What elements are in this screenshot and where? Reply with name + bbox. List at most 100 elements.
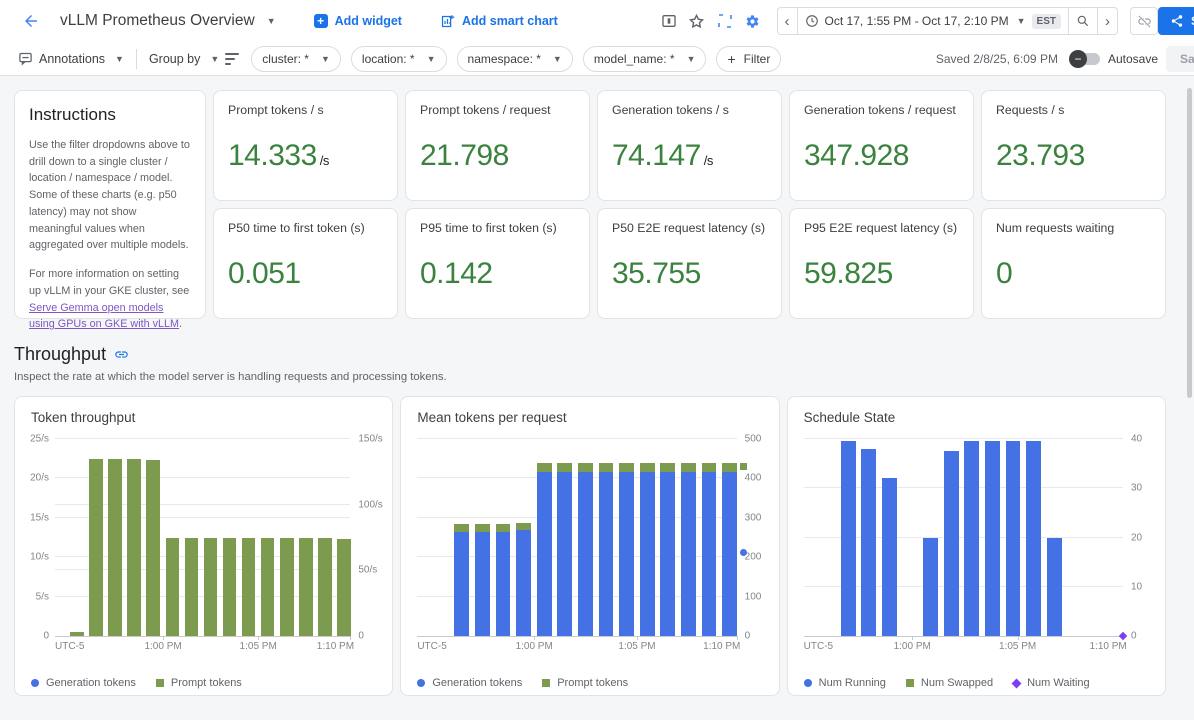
- scorecard-value: 347.928: [804, 139, 959, 173]
- legend-label: Num Swapped: [921, 677, 993, 689]
- gear-icon: [744, 13, 761, 30]
- filter-list-icon[interactable]: [225, 53, 239, 65]
- time-range-back-button[interactable]: ‹: [778, 8, 797, 34]
- section-link-icon[interactable]: [114, 347, 129, 362]
- unlink-button[interactable]: [1130, 7, 1158, 35]
- legend-item[interactable]: Prompt tokens: [542, 677, 628, 689]
- chart-bar: [516, 523, 531, 636]
- scorecard-value: 21.798: [420, 139, 575, 173]
- y-axis-tick-label: 400: [745, 473, 762, 484]
- chart-bar: [660, 463, 675, 636]
- scorecard-p50-e2e-latency: P50 E2E request latency (s) 35.755: [597, 208, 782, 319]
- chart-plot-area[interactable]: 05/s10/s15/s20/s25/s050/s100/s150/sUTC-5…: [55, 439, 350, 637]
- page-title: vLLM Prometheus Overview: [60, 12, 255, 30]
- info-panel-icon: [661, 13, 677, 29]
- scrollbar-thumb[interactable]: [1187, 88, 1192, 398]
- chart-bar: [299, 538, 313, 637]
- add-smart-chart-button[interactable]: Add smart chart: [440, 14, 558, 29]
- chevron-down-icon: ▼: [687, 54, 696, 64]
- chart-bar: [280, 538, 294, 637]
- time-range-forward-button[interactable]: ›: [1098, 8, 1117, 34]
- chart-bar: [454, 524, 469, 636]
- y-axis-tick-label: 15/s: [30, 512, 49, 523]
- scorecard-p95-e2e-latency: P95 E2E request latency (s) 59.825: [789, 208, 974, 319]
- filter-chip-model-name[interactable]: model_name: * ▼: [583, 46, 707, 72]
- x-axis-tick-label: 1:10 PM: [703, 641, 740, 652]
- chart-plot-area[interactable]: 010203040UTC-51:00 PM1:05 PM1:10 PM: [804, 439, 1123, 637]
- legend-item[interactable]: Num Swapped: [906, 677, 993, 689]
- x-axis-tick-label: 1:10 PM: [317, 641, 354, 652]
- chart-point-marker: [740, 463, 747, 470]
- scorecard-p95-ttft: P95 time to first token (s) 0.142: [405, 208, 590, 319]
- chart-bar: [1047, 538, 1062, 637]
- settings-button[interactable]: [739, 8, 767, 34]
- chart-bar: [146, 460, 160, 637]
- chart-bar: [337, 539, 351, 636]
- chart-card-mean-tokens-per-request: Mean tokens per request 0100200300400500…: [400, 396, 779, 696]
- green-square-legend-icon: [156, 679, 164, 687]
- filter-chip-location[interactable]: location: * ▼: [351, 46, 447, 72]
- group-by-button[interactable]: Group by ▼: [149, 52, 219, 66]
- scorecard-value: 0: [996, 257, 1151, 291]
- legend-item[interactable]: Num Waiting: [1013, 677, 1090, 689]
- autosave-toggle[interactable]: −: [1072, 53, 1100, 65]
- chart-bar: [841, 441, 856, 636]
- y-axis-tick-label: 150/s: [358, 434, 382, 445]
- legend-item[interactable]: Prompt tokens: [156, 677, 242, 689]
- fullscreen-button[interactable]: [711, 8, 739, 34]
- chart-bar: [185, 538, 199, 637]
- y-axis-tick-label: 10: [1131, 581, 1142, 592]
- instructions-paragraph: Use the filter dropdowns above to drill …: [29, 137, 191, 254]
- chart-bar: [923, 538, 938, 637]
- y-axis-tick-label: 5/s: [36, 591, 49, 602]
- save-button[interactable]: Save: [1166, 46, 1194, 72]
- share-button[interactable]: SHARE: [1158, 7, 1194, 35]
- green-square-legend-icon: [542, 679, 550, 687]
- gke-vllm-doc-link[interactable]: Serve Gemma open models using GPUs on GK…: [29, 302, 179, 331]
- chart-bar: [223, 538, 237, 637]
- scorecards-grid: Instructions Use the filter dropdowns ab…: [14, 90, 1166, 319]
- favorite-star-button[interactable]: [683, 8, 711, 34]
- filter-chip-cluster[interactable]: cluster: * ▼: [251, 46, 341, 72]
- time-search-button[interactable]: [1069, 8, 1097, 34]
- title-caret-icon[interactable]: ▼: [267, 16, 276, 26]
- add-filter-button[interactable]: + Filter: [716, 46, 781, 72]
- legend-item[interactable]: Generation tokens: [417, 677, 522, 689]
- clock-icon: [805, 14, 819, 28]
- back-button[interactable]: [18, 8, 44, 34]
- scorecard-value: 59.825: [804, 257, 959, 291]
- chart-gridline: [804, 438, 1123, 439]
- chart-bar: [496, 524, 511, 636]
- chart-plot-area[interactable]: 0100200300400500UTC-51:00 PM1:05 PM1:10 …: [417, 439, 736, 637]
- blue-circle-legend-icon: [804, 679, 812, 687]
- y-axis-tick-label: 0: [1131, 631, 1137, 642]
- chart-bar: [261, 538, 275, 637]
- y-axis-tick-label: 500: [745, 434, 762, 445]
- chart-bar: [599, 463, 614, 636]
- chart-gridline: [417, 438, 736, 439]
- y-axis-tick-label: 0: [358, 631, 364, 642]
- annotations-button[interactable]: Annotations ▼: [18, 51, 124, 66]
- chart-card-token-throughput: Token throughput 05/s10/s15/s20/s25/s050…: [14, 396, 393, 696]
- chart-bar: [985, 441, 1000, 636]
- legend-item[interactable]: Num Running: [804, 677, 886, 689]
- add-widget-button[interactable]: + Add widget: [314, 14, 402, 28]
- time-range-picker[interactable]: Oct 17, 1:55 PM - Oct 17, 2:10 PM ▼ EST: [798, 8, 1068, 34]
- info-panel-button[interactable]: [655, 8, 683, 34]
- legend-item[interactable]: Generation tokens: [31, 677, 136, 689]
- section-title-throughput: Throughput: [14, 344, 106, 365]
- link-off-icon: [1137, 14, 1152, 29]
- instructions-title: Instructions: [29, 105, 191, 125]
- chart-bar: [944, 451, 959, 636]
- x-axis-tick-label: UTC-5: [55, 641, 84, 652]
- top-app-bar: vLLM Prometheus Overview ▼ + Add widget …: [0, 0, 1194, 42]
- x-axis-tick-label: UTC-5: [804, 641, 833, 652]
- x-axis-tick-mark: [534, 636, 535, 640]
- filter-chip-namespace[interactable]: namespace: * ▼: [457, 46, 573, 72]
- chart-legend: Generation tokens Prompt tokens: [15, 677, 392, 689]
- time-range-text: Oct 17, 1:55 PM - Oct 17, 2:10 PM: [825, 14, 1009, 28]
- instructions-paragraph: For more information on setting up vLLM …: [29, 266, 191, 333]
- autosave-label: Autosave: [1108, 52, 1158, 66]
- star-icon: [688, 13, 705, 30]
- chart-point-marker: [1119, 632, 1127, 640]
